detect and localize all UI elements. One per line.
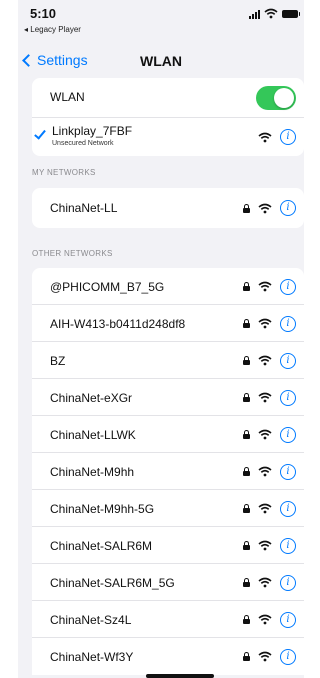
info-icon[interactable]: i <box>280 129 296 145</box>
lock-icon <box>243 652 250 661</box>
wifi-icon <box>258 392 272 403</box>
network-row-icons: i <box>243 278 296 295</box>
network-row-icons: i <box>243 200 296 216</box>
network-row-icons: i <box>243 574 296 591</box>
wifi-icon <box>258 318 272 329</box>
lock-icon <box>243 319 250 328</box>
network-row-icons: i <box>243 500 296 517</box>
settings-screen: 5:10 ◂ Legacy Player Settings WLAN WLAN <box>18 0 304 678</box>
info-icon[interactable]: i <box>280 500 296 517</box>
wifi-icon <box>258 651 272 662</box>
battery-icon <box>282 9 300 18</box>
network-name: ChinaNet-SALR6M_5G <box>50 575 175 590</box>
lock-icon <box>243 578 250 587</box>
lock-icon <box>243 615 250 624</box>
network-row[interactable]: ChinaNet-Sz4L i <box>32 601 304 638</box>
status-icons <box>249 8 300 19</box>
network-name: BZ <box>50 353 66 368</box>
toggle-knob <box>274 88 294 108</box>
info-icon[interactable]: i <box>280 352 296 369</box>
wifi-icon <box>258 466 272 477</box>
info-icon[interactable]: i <box>280 426 296 443</box>
lock-icon <box>243 504 250 513</box>
network-row-icons: i <box>243 463 296 480</box>
network-row[interactable]: BZ i <box>32 342 304 379</box>
network-name: ChinaNet-SALR6M <box>50 538 153 553</box>
lock-icon <box>243 393 250 402</box>
network-row[interactable]: ChinaNet-SALR6M_5G i <box>32 564 304 601</box>
page-title: WLAN <box>140 53 182 69</box>
info-icon[interactable]: i <box>280 611 296 628</box>
network-row[interactable]: ChinaNet-LLWK i <box>32 416 304 453</box>
network-name: ChinaNet-M9hh <box>50 464 135 479</box>
network-row[interactable]: ChinaNet-eXGr i <box>32 379 304 416</box>
network-row-icons: i <box>243 352 296 369</box>
info-icon[interactable]: i <box>280 537 296 554</box>
network-row-icons: i <box>243 648 296 665</box>
wifi-icon <box>258 614 272 625</box>
navigation-bar: Settings WLAN <box>18 44 304 78</box>
wlan-toggle-row: WLAN <box>32 78 304 118</box>
wlan-toggle[interactable] <box>256 86 296 110</box>
lock-icon <box>243 282 250 291</box>
info-icon[interactable]: i <box>280 200 296 216</box>
wifi-icon <box>258 577 272 588</box>
info-icon[interactable]: i <box>280 463 296 480</box>
wifi-icon <box>258 132 272 142</box>
back-to-app-link[interactable]: ◂ Legacy Player <box>24 25 81 34</box>
info-icon[interactable]: i <box>280 648 296 665</box>
lock-icon <box>243 203 250 213</box>
wifi-icon <box>258 503 272 514</box>
network-row-icons: i <box>243 426 296 443</box>
wifi-icon <box>258 355 272 366</box>
info-icon[interactable]: i <box>280 278 296 295</box>
lock-icon <box>243 541 250 550</box>
status-time: 5:10 <box>30 6 57 21</box>
wifi-icon <box>258 429 272 440</box>
network-row[interactable]: ChinaNet-M9hh i <box>32 453 304 490</box>
network-row-icons: i <box>243 611 296 628</box>
network-row-icons: i <box>258 129 296 145</box>
network-name: ChinaNet-Sz4L <box>50 612 132 627</box>
other-networks-group: @PHICOMM_B7_5G i AIH-W413-b0411d248df8 i BZ i… <box>32 268 304 675</box>
network-row-icons: i <box>243 537 296 554</box>
network-name: ChinaNet-M9hh-5G <box>50 501 155 516</box>
network-name: ChinaNet-eXGr <box>50 390 133 405</box>
wlan-group: WLAN Linkplay_7FBF Unsecured Network i <box>32 78 304 156</box>
home-indicator <box>146 674 214 678</box>
wifi-icon <box>258 203 272 213</box>
network-row-icons: i <box>243 389 296 406</box>
network-row[interactable]: @PHICOMM_B7_5G i <box>32 268 304 305</box>
network-name: ChinaNet-LLWK <box>50 427 136 442</box>
checkmark-icon <box>34 127 46 140</box>
network-row[interactable]: ChinaNet-M9hh-5G i <box>32 490 304 527</box>
connected-network-subtitle: Unsecured Network <box>52 140 114 147</box>
lock-icon <box>243 467 250 476</box>
network-name: AIH-W413-b0411d248df8 <box>50 316 186 331</box>
network-row-icons: i <box>243 315 296 332</box>
network-name: ChinaNet-Wf3Y <box>50 649 134 664</box>
network-name: @PHICOMM_B7_5G <box>50 279 165 294</box>
network-row[interactable]: AIH-W413-b0411d248df8 i <box>32 305 304 342</box>
wifi-icon <box>258 540 272 551</box>
connected-network-name: Linkplay_7FBF <box>52 124 133 138</box>
lock-icon <box>243 430 250 439</box>
lock-icon <box>243 356 250 365</box>
info-icon[interactable]: i <box>280 389 296 406</box>
cellular-signal-icon <box>249 9 260 19</box>
my-networks-header: MY NETWORKS <box>32 168 96 177</box>
my-networks-group: ChinaNet-LL i <box>32 188 304 228</box>
status-bar: 5:10 ◂ Legacy Player <box>18 0 304 44</box>
network-row[interactable]: ChinaNet-Wf3Y i <box>32 638 304 675</box>
info-icon[interactable]: i <box>280 574 296 591</box>
network-row[interactable]: ChinaNet-SALR6M i <box>32 527 304 564</box>
wlan-toggle-label: WLAN <box>50 90 85 104</box>
wifi-icon <box>258 281 272 292</box>
connected-network-row[interactable]: Linkplay_7FBF Unsecured Network i <box>32 118 304 156</box>
wifi-icon <box>264 8 278 19</box>
network-row[interactable]: ChinaNet-LL i <box>32 188 304 228</box>
info-icon[interactable]: i <box>280 315 296 332</box>
network-name: ChinaNet-LL <box>50 201 118 215</box>
other-networks-header: OTHER NETWORKS <box>32 249 113 258</box>
